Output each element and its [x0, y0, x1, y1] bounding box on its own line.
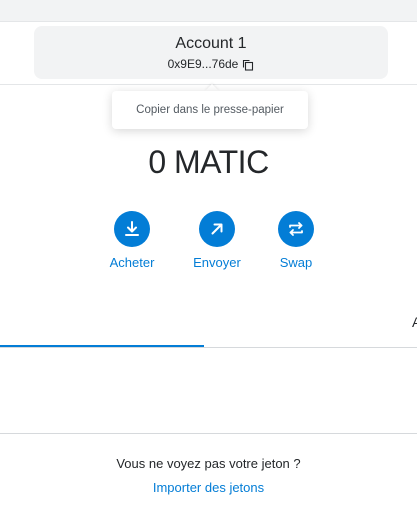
copy-tooltip: Copier dans le presse-papier [112, 91, 308, 129]
tab-partial-label[interactable]: A [412, 314, 417, 330]
account-address-row[interactable]: 0x9E9...76de [168, 57, 255, 71]
swap-icon[interactable] [278, 211, 314, 247]
account-selector[interactable]: Account 1 0x9E9...76de [34, 26, 388, 79]
swap-label[interactable]: Swap [280, 255, 313, 270]
account-address[interactable]: 0x9E9...76de [168, 57, 239, 71]
swap-button[interactable]: Swap [261, 211, 331, 270]
send-button[interactable]: Envoyer [182, 211, 252, 270]
account-name: Account 1 [175, 35, 247, 52]
buy-button[interactable]: Acheter [97, 211, 167, 270]
top-strip [0, 0, 417, 22]
buy-label[interactable]: Acheter [110, 255, 155, 270]
action-buttons: Acheter Envoyer Swap [0, 211, 417, 271]
section-divider [0, 433, 417, 434]
arrow-up-right-icon[interactable] [199, 211, 235, 247]
import-tokens-link[interactable]: Importer des jetons [0, 480, 417, 495]
tooltip-text: Copier dans le presse-papier [136, 104, 284, 116]
tab-active-indicator[interactable] [0, 345, 204, 347]
asset-tabs: A [0, 300, 417, 348]
download-icon[interactable] [114, 211, 150, 247]
wallet-page: Account 1 0x9E9...76de Copier dans le pr… [0, 0, 417, 516]
copy-icon[interactable] [242, 58, 254, 71]
tooltip-arrow [205, 84, 219, 91]
send-label[interactable]: Envoyer [193, 255, 241, 270]
balance-amount: 0 MATIC [148, 144, 269, 180]
missing-token-question: Vous ne voyez pas votre jeton ? [116, 456, 301, 471]
